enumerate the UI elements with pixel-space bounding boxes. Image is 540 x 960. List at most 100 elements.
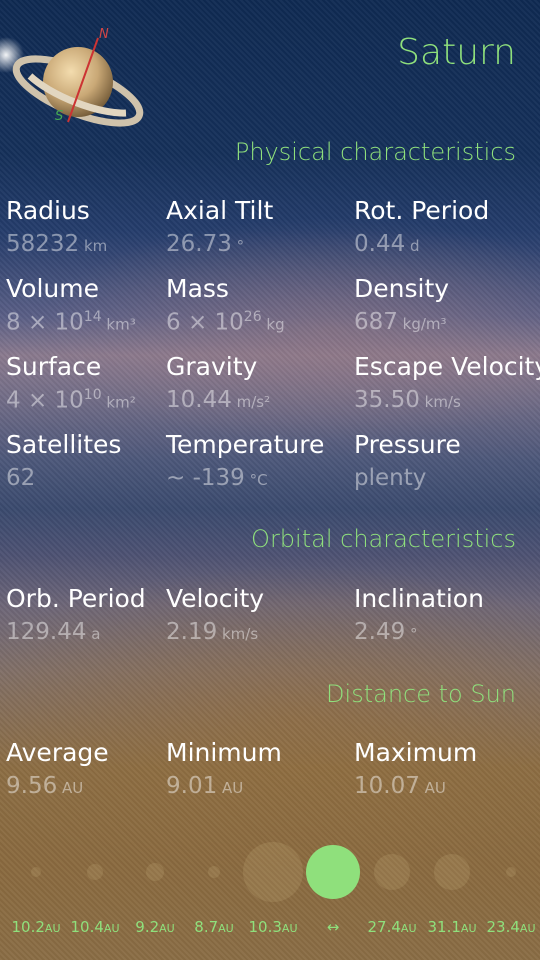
stat-value: 10.07 AU [354,773,477,799]
stat-number: plenty [354,465,427,491]
stat-cell: Maximum 10.07 AU [354,738,477,799]
selected-planet-dot[interactable] [306,845,360,899]
compass-north-label: N [99,27,109,42]
stat-cell: Gravity 10.44 m/s² [166,352,270,413]
stat-label: Satellites [6,430,122,459]
stat-label: Volume [6,274,99,303]
stat-number: 35.50 [354,387,420,413]
stat-value: 0.44 d [354,231,489,257]
stat-label: Mass [166,274,229,303]
stat-unit: kg/m³ [397,315,447,333]
stat-cell: Surface 4 × 1010 km² [6,352,136,414]
scale-label: 10.3AU [249,918,298,936]
stat-cell: Escape Velocity 35.50 km/s [354,352,540,413]
stat-label: Minimum [166,738,282,767]
scale-unit: AU [400,922,417,935]
stat-cell: Mass 6 × 1026 kg [166,274,285,336]
scale-label: 10.4AU [71,918,120,936]
planet-dot[interactable] [87,864,103,880]
planet-dot[interactable] [208,866,220,878]
scale-value: 8.7 [194,918,219,936]
stat-label: Escape Velocity [354,352,540,381]
stat-value: 35.50 km/s [354,387,540,413]
stat-unit: km/s [419,393,461,411]
stat-label: Radius [6,196,90,225]
scale-value: 23.4 [486,918,520,936]
stat-label: Orb. Period [6,584,146,613]
stat-number: 58232 [6,231,80,257]
stat-number: 129.44 [6,619,87,645]
stat-label: Rot. Period [354,196,490,225]
stat-cell: Satellites 62 [6,430,121,491]
scale-label: 23.4AU [487,918,536,936]
stat-unit: °C [244,471,268,489]
planet-dot[interactable] [434,854,470,890]
planet-selector[interactable] [0,838,540,908]
stat-label: Gravity [166,352,258,381]
stat-number: 10.07 [354,773,420,799]
stat-label: Pressure [354,430,461,459]
stat-value: 4 × 1010 km² [6,387,136,414]
stat-number: 9.56 [6,773,58,799]
stat-number: 62 [6,465,36,491]
stat-value: 687 kg/m³ [354,309,449,335]
stat-label: Axial Tilt [166,196,274,225]
planet-dot[interactable] [506,867,516,877]
stat-unit: ° [231,237,245,255]
stat-value: 2.49 ° [354,619,484,645]
scale-value: ↔ [326,918,340,936]
stat-label: Temperature [166,430,325,459]
stat-label: Inclination [354,584,484,613]
scale-value: 10.4 [70,918,104,936]
planet-dot[interactable] [31,867,41,877]
scale-label: 8.7AU [194,918,233,936]
stat-unit: km [79,237,108,255]
stat-value: 62 [6,465,121,491]
distance-section-title: Distance to Sun [326,680,516,708]
stat-label: Surface [6,352,102,381]
stat-unit: AU [419,779,446,797]
stat-cell: Velocity 2.19 km/s [166,584,264,645]
stat-label: Average [6,738,109,767]
scale-label: 27.4AU [368,918,417,936]
stat-number: 8 × 10 [6,309,84,336]
scale-label: 10.2AU [12,918,61,936]
planet-dot[interactable] [243,842,303,902]
stat-value: plenty [354,465,461,491]
scale-unit: AU [281,922,298,935]
distance-scale: 10.2AU 10.4AU 9.2AU 8.7AU 10.3AU ↔ 27.4AU 31.1A… [0,918,540,944]
stat-number: ~ -139 [166,465,245,491]
scale-value: 9.2 [135,918,160,936]
physical-section-title: Physical characteristics [234,138,516,166]
scale-value: 27.4 [367,918,401,936]
stat-cell: Rot. Period 0.44 d [354,196,489,257]
stat-value: 26.73 ° [166,231,273,257]
stat-number: 4 × 10 [6,387,84,414]
stat-number: 10.44 [166,387,232,413]
planet-dot[interactable] [146,863,164,881]
stat-unit: km² [101,393,136,412]
scale-unit: AU [460,922,477,935]
stat-unit: d [405,237,420,255]
stat-cell: Orb. Period 129.44 a [6,584,146,645]
scale-label: 9.2AU [135,918,174,936]
stat-unit: km/s [217,625,259,643]
stat-value: 8 × 1014 km³ [6,309,136,336]
stat-unit: AU [57,779,84,797]
stat-value: 9.56 AU [6,773,109,799]
stat-cell: Density 687 kg/m³ [354,274,449,335]
scale-value: 31.1 [427,918,461,936]
planet-dot[interactable] [374,854,410,890]
orbital-section-title: Orbital characteristics [251,525,516,553]
planet-title: Saturn [397,32,516,73]
stat-exponent: 10 [83,387,102,403]
stat-cell: Axial Tilt 26.73 ° [166,196,273,257]
stat-value: 58232 km [6,231,107,257]
scale-label: 31.1AU [428,918,477,936]
stat-number: 2.19 [166,619,218,645]
compass-south-label: S [55,109,63,124]
stat-label: Maximum [354,738,478,767]
scale-unit: AU [103,922,120,935]
scale-value: 10.2 [11,918,45,936]
stat-number: 2.49 [354,619,406,645]
